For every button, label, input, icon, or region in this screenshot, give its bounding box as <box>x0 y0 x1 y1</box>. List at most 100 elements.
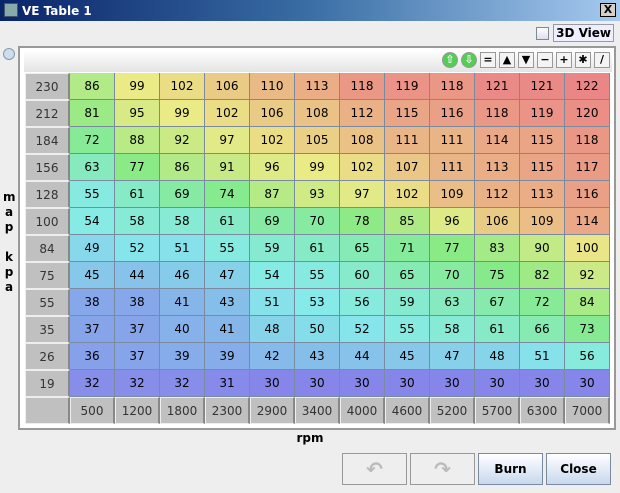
table-cell[interactable]: 50 <box>295 316 340 343</box>
table-cell[interactable]: 99 <box>115 73 160 100</box>
table-cell[interactable]: 30 <box>295 370 340 397</box>
table-cell[interactable]: 118 <box>430 73 475 100</box>
table-cell[interactable]: 42 <box>250 343 295 370</box>
table-cell[interactable]: 48 <box>475 343 520 370</box>
table-cell[interactable]: 120 <box>565 100 610 127</box>
table-cell[interactable]: 39 <box>160 343 205 370</box>
table-cell[interactable]: 122 <box>565 73 610 100</box>
table-cell[interactable]: 66 <box>520 316 565 343</box>
table-cell[interactable]: 51 <box>250 289 295 316</box>
table-cell[interactable]: 88 <box>115 127 160 154</box>
table-cell[interactable]: 59 <box>385 289 430 316</box>
table-cell[interactable]: 44 <box>340 343 385 370</box>
table-cell[interactable]: 97 <box>340 181 385 208</box>
table-cell[interactable]: 81 <box>70 100 115 127</box>
subtract-button[interactable]: − <box>537 52 553 68</box>
table-cell[interactable]: 87 <box>250 181 295 208</box>
table-cell[interactable]: 78 <box>340 208 385 235</box>
table-cell[interactable]: 111 <box>430 127 475 154</box>
table-cell[interactable]: 119 <box>385 73 430 100</box>
table-cell[interactable]: 61 <box>295 235 340 262</box>
table-cell[interactable]: 32 <box>115 370 160 397</box>
table-cell[interactable]: 61 <box>475 316 520 343</box>
add-button[interactable]: + <box>556 52 572 68</box>
table-cell[interactable]: 121 <box>475 73 520 100</box>
interpolate-button[interactable]: / <box>594 52 610 68</box>
table-cell[interactable]: 45 <box>385 343 430 370</box>
table-cell[interactable]: 41 <box>160 289 205 316</box>
table-cell[interactable]: 119 <box>520 100 565 127</box>
table-cell[interactable]: 100 <box>565 235 610 262</box>
table-cell[interactable]: 105 <box>295 127 340 154</box>
table-cell[interactable]: 84 <box>565 289 610 316</box>
table-cell[interactable]: 38 <box>70 289 115 316</box>
table-cell[interactable]: 43 <box>205 289 250 316</box>
table-cell[interactable]: 53 <box>295 289 340 316</box>
table-cell[interactable]: 60 <box>340 262 385 289</box>
table-cell[interactable]: 47 <box>430 343 475 370</box>
increase-button[interactable]: ▲ <box>499 52 515 68</box>
table-cell[interactable]: 113 <box>520 181 565 208</box>
table-cell[interactable]: 32 <box>160 370 205 397</box>
table-cell[interactable]: 49 <box>70 235 115 262</box>
table-cell[interactable]: 37 <box>70 316 115 343</box>
table-cell[interactable]: 51 <box>160 235 205 262</box>
table-cell[interactable]: 96 <box>250 154 295 181</box>
table-cell[interactable]: 77 <box>430 235 475 262</box>
table-cell[interactable]: 43 <box>295 343 340 370</box>
burn-button[interactable]: Burn <box>478 453 543 485</box>
table-cell[interactable]: 111 <box>430 154 475 181</box>
table-cell[interactable]: 56 <box>565 343 610 370</box>
table-cell[interactable]: 90 <box>520 235 565 262</box>
table-cell[interactable]: 63 <box>70 154 115 181</box>
table-cell[interactable]: 95 <box>115 100 160 127</box>
table-cell[interactable]: 65 <box>385 262 430 289</box>
table-cell[interactable]: 96 <box>430 208 475 235</box>
table-cell[interactable]: 55 <box>295 262 340 289</box>
close-button[interactable]: Close <box>546 453 611 485</box>
table-cell[interactable]: 85 <box>385 208 430 235</box>
table-cell[interactable]: 58 <box>430 316 475 343</box>
table-cell[interactable]: 58 <box>160 208 205 235</box>
decrease-button[interactable]: ▼ <box>518 52 534 68</box>
table-cell[interactable]: 99 <box>160 100 205 127</box>
table-cell[interactable]: 115 <box>520 154 565 181</box>
table-cell[interactable]: 86 <box>70 73 115 100</box>
table-cell[interactable]: 92 <box>565 262 610 289</box>
table-cell[interactable]: 114 <box>475 127 520 154</box>
table-cell[interactable]: 106 <box>205 73 250 100</box>
table-cell[interactable]: 30 <box>250 370 295 397</box>
table-cell[interactable]: 102 <box>205 100 250 127</box>
table-cell[interactable]: 51 <box>520 343 565 370</box>
table-cell[interactable]: 55 <box>385 316 430 343</box>
table-cell[interactable]: 45 <box>70 262 115 289</box>
table-cell[interactable]: 112 <box>475 181 520 208</box>
table-cell[interactable]: 115 <box>520 127 565 154</box>
table-cell[interactable]: 97 <box>205 127 250 154</box>
table-cell[interactable]: 46 <box>160 262 205 289</box>
table-cell[interactable]: 32 <box>70 370 115 397</box>
table-cell[interactable]: 59 <box>250 235 295 262</box>
table-cell[interactable]: 118 <box>340 73 385 100</box>
table-cell[interactable]: 73 <box>565 316 610 343</box>
table-cell[interactable]: 30 <box>565 370 610 397</box>
view-3d-toggle[interactable]: 3D View <box>536 24 614 42</box>
table-cell[interactable]: 36 <box>70 343 115 370</box>
table-cell[interactable]: 77 <box>115 154 160 181</box>
table-cell[interactable]: 67 <box>475 289 520 316</box>
table-cell[interactable]: 92 <box>160 127 205 154</box>
table-cell[interactable]: 111 <box>385 127 430 154</box>
increment-up-icon[interactable]: ⇧ <box>442 52 458 68</box>
table-cell[interactable]: 112 <box>340 100 385 127</box>
table-cell[interactable]: 99 <box>295 154 340 181</box>
table-cell[interactable]: 117 <box>565 154 610 181</box>
table-cell[interactable]: 44 <box>115 262 160 289</box>
table-cell[interactable]: 54 <box>70 208 115 235</box>
table-cell[interactable]: 58 <box>115 208 160 235</box>
multiply-button[interactable]: ✱ <box>575 52 591 68</box>
redo-button[interactable]: ↷ <box>410 453 475 485</box>
table-cell[interactable]: 71 <box>385 235 430 262</box>
table-cell[interactable]: 121 <box>520 73 565 100</box>
table-cell[interactable]: 106 <box>250 100 295 127</box>
table-cell[interactable]: 48 <box>250 316 295 343</box>
